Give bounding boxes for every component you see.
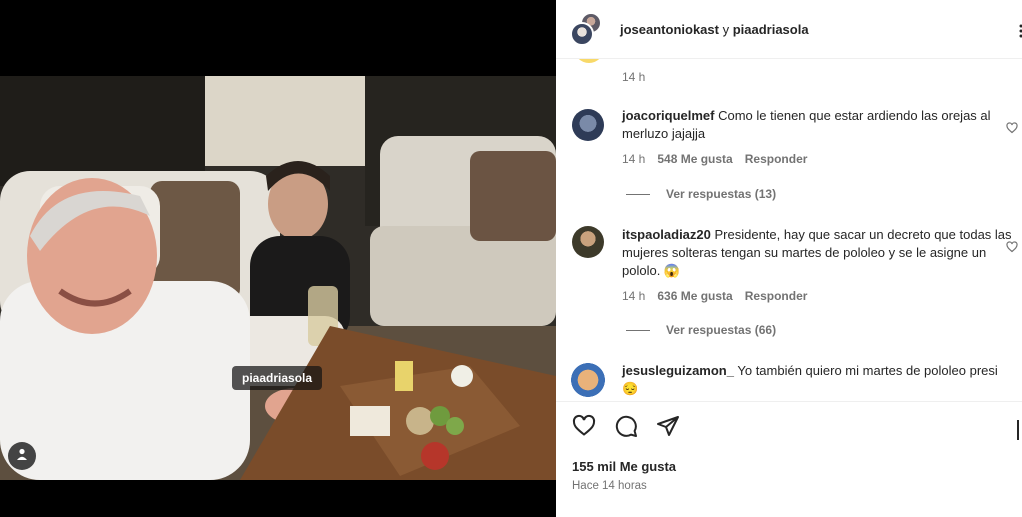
photo-illustration bbox=[0, 76, 556, 480]
user-tag-button[interactable] bbox=[8, 442, 36, 470]
avatar[interactable] bbox=[572, 109, 604, 141]
avatar bbox=[574, 59, 604, 63]
post-authors: joseantoniokast y piaadriasola bbox=[620, 22, 809, 37]
comment-username[interactable]: itspaoladiaz20 bbox=[622, 227, 711, 242]
comment-icon bbox=[614, 414, 638, 443]
comment-body: joacoriquelmef Como le tienen que estar … bbox=[622, 107, 1016, 143]
avatar bbox=[570, 22, 594, 46]
avatar[interactable] bbox=[572, 226, 604, 258]
comment-button[interactable] bbox=[612, 414, 640, 442]
action-icons bbox=[570, 414, 682, 442]
replies-divider bbox=[626, 329, 650, 331]
comment-like-icon[interactable] bbox=[1006, 121, 1018, 134]
comment-likes[interactable]: 548 Me gusta bbox=[657, 152, 732, 166]
share-button[interactable] bbox=[654, 414, 682, 442]
view-replies-button[interactable]: Ver respuestas (66) bbox=[626, 323, 776, 337]
bookmark-icon bbox=[1016, 420, 1022, 446]
post-photo[interactable]: piaadriasola bbox=[0, 76, 556, 480]
comment-username[interactable]: joacoriquelmef bbox=[622, 108, 714, 123]
author-joiner: y bbox=[718, 21, 733, 37]
share-icon bbox=[656, 414, 680, 443]
view-replies-label: Ver respuestas (66) bbox=[666, 323, 777, 337]
post-panel: joseantoniokast y piaadriasola 14 h joac… bbox=[556, 0, 1022, 517]
author-link-2[interactable]: piaadriasola bbox=[733, 22, 809, 37]
author-avatars[interactable] bbox=[570, 12, 604, 46]
more-options-button[interactable] bbox=[1016, 24, 1022, 38]
post-media[interactable]: piaadriasola bbox=[0, 0, 556, 517]
comment-username[interactable]: jesusleguizamon_ bbox=[622, 363, 734, 378]
post-timestamp[interactable]: Hace 14 horas bbox=[572, 480, 647, 492]
replies-divider bbox=[626, 193, 650, 195]
user-tag-icon bbox=[16, 447, 28, 465]
comments-list[interactable]: 14 h joacoriquelmef Como le tienen que e… bbox=[556, 59, 1022, 401]
comment-body: itspaoladiaz20 Presidente, hay que sacar… bbox=[622, 226, 1016, 280]
likes-count[interactable]: 155 mil Me gusta bbox=[572, 459, 676, 474]
comment-likes[interactable]: 636 Me gusta bbox=[657, 289, 732, 303]
comment-meta: 14 h 548 Me gusta Responder bbox=[622, 152, 807, 166]
view-replies-button[interactable]: Ver respuestas (13) bbox=[626, 187, 776, 201]
save-button[interactable] bbox=[1016, 418, 1022, 442]
comment-time: 14 h bbox=[622, 70, 646, 84]
photo-user-tag[interactable]: piaadriasola bbox=[232, 366, 323, 390]
author-link-1[interactable]: joseantoniokast bbox=[620, 22, 719, 37]
comment-time: 14 h bbox=[622, 152, 646, 166]
heart-icon bbox=[572, 414, 596, 443]
reply-button[interactable]: Responder bbox=[745, 152, 808, 166]
like-button[interactable] bbox=[570, 414, 598, 442]
comment-meta: 14 h 636 Me gusta Responder bbox=[622, 289, 807, 303]
comment-body: jesusleguizamon_ Yo también quiero mi ma… bbox=[622, 362, 1016, 398]
post-header: joseantoniokast y piaadriasola bbox=[556, 0, 1022, 59]
reply-button[interactable]: Responder bbox=[745, 289, 808, 303]
comment-like-icon[interactable] bbox=[1006, 240, 1018, 253]
view-replies-label: Ver respuestas (13) bbox=[666, 187, 777, 201]
avatar[interactable] bbox=[570, 362, 606, 398]
comment-time: 14 h bbox=[622, 289, 646, 303]
more-icon bbox=[1016, 24, 1022, 42]
post-actions: 155 mil Me gusta Hace 14 horas bbox=[556, 401, 1022, 517]
